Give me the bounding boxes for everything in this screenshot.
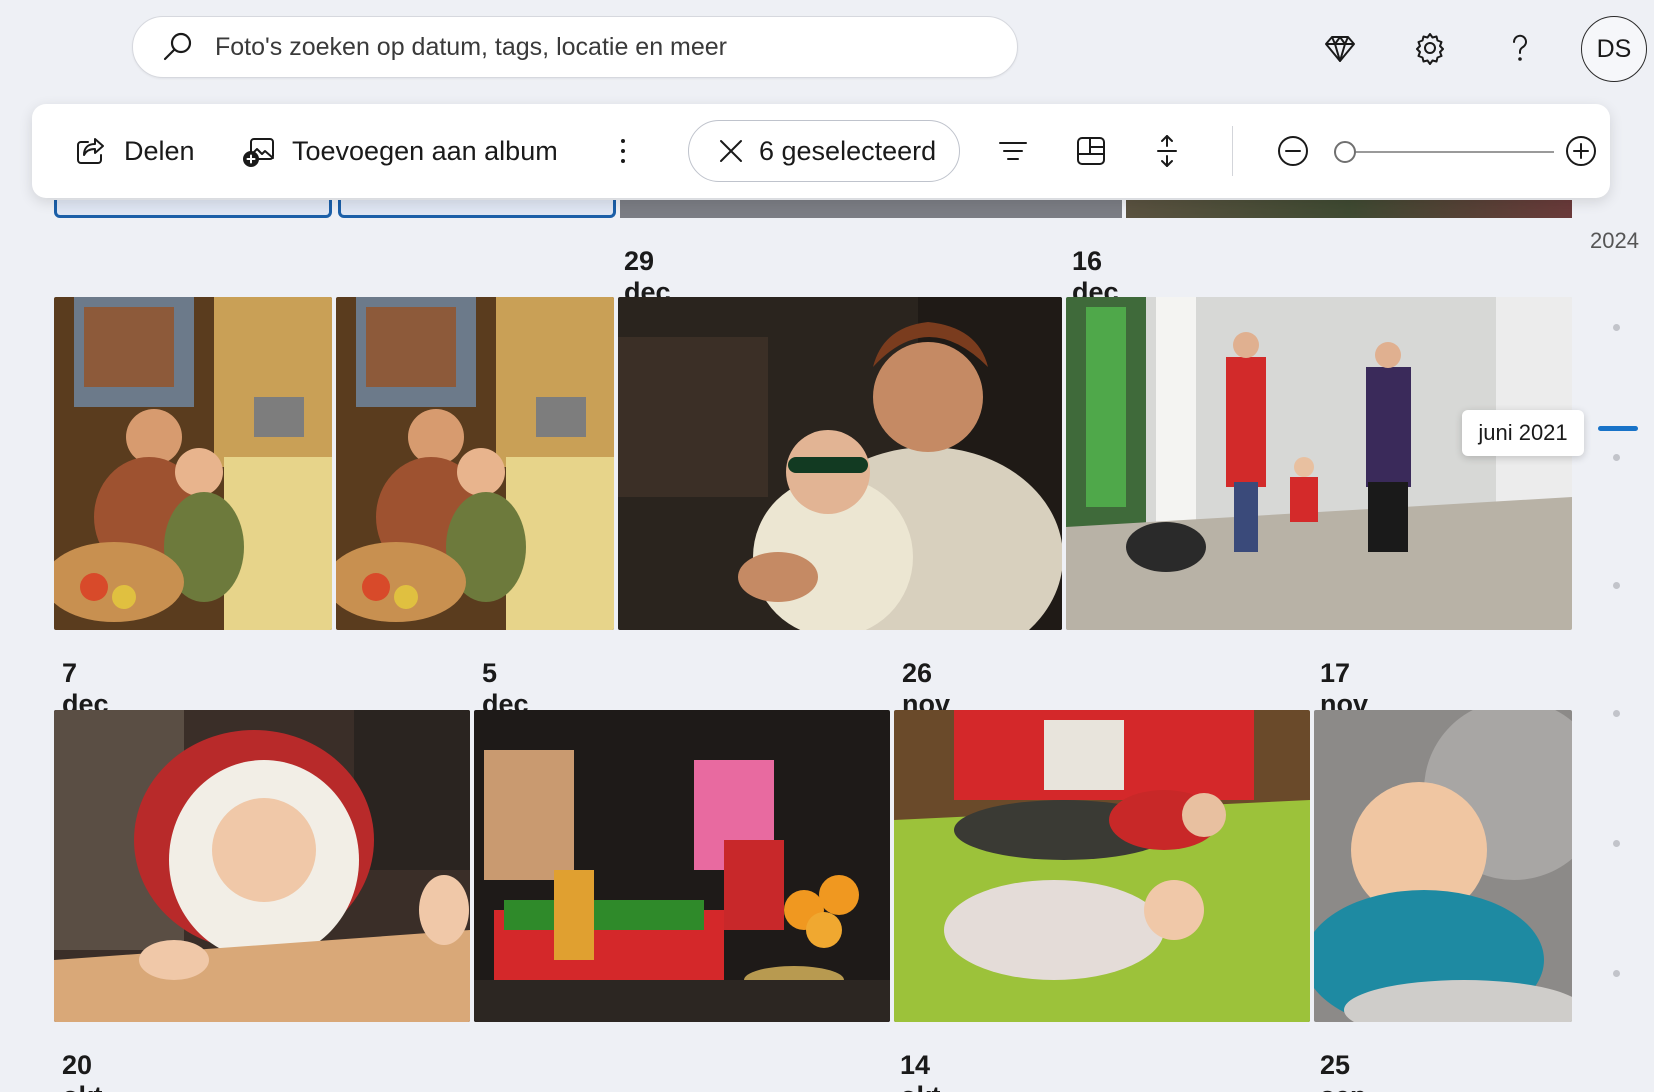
diamond-icon bbox=[1325, 36, 1355, 62]
date-heading: 25 sep 2012 bbox=[1320, 1050, 1367, 1092]
clear-selection-button[interactable]: 6 geselecteerd bbox=[688, 120, 960, 182]
filter-icon bbox=[999, 142, 1027, 160]
avatar-initials: DS bbox=[1596, 34, 1632, 63]
photo-tile[interactable] bbox=[620, 200, 1122, 218]
scrubber-dot bbox=[1613, 710, 1620, 717]
layout-grid-icon bbox=[1077, 137, 1105, 165]
add-album-label: Toevoegen aan album bbox=[292, 135, 558, 166]
zoom-slider[interactable] bbox=[1334, 140, 1554, 164]
add-to-album-button[interactable]: Toevoegen aan album bbox=[242, 104, 558, 198]
premium-diamond-button[interactable] bbox=[1316, 24, 1364, 72]
photo-tile[interactable] bbox=[1126, 200, 1572, 218]
selection-toolbar: Delen Toevoegen aan album 6 geselecteerd bbox=[32, 104, 1610, 198]
photo-baby-white-hood bbox=[54, 710, 470, 1022]
share-label: Delen bbox=[124, 135, 195, 166]
close-icon bbox=[720, 140, 742, 162]
zoom-slider-track bbox=[1334, 151, 1554, 153]
toolbar-divider bbox=[1232, 126, 1233, 176]
photo-toy-blocks-table bbox=[474, 710, 890, 1022]
avatar[interactable]: DS bbox=[1581, 16, 1647, 82]
more-vertical-icon bbox=[621, 139, 625, 163]
zoom-in-button[interactable] bbox=[1564, 104, 1598, 198]
search-box[interactable] bbox=[132, 16, 1018, 78]
selected-count: 6 geselecteerd bbox=[759, 135, 937, 166]
zoom-out-icon bbox=[1278, 136, 1308, 166]
settings-button[interactable] bbox=[1406, 24, 1454, 72]
photo-tile[interactable] bbox=[54, 710, 470, 1022]
photo-tile[interactable] bbox=[894, 710, 1310, 1022]
photo-tile[interactable] bbox=[54, 297, 332, 630]
timeline-scrubber[interactable]: 2024 bbox=[1580, 220, 1654, 1090]
search-icon bbox=[163, 32, 192, 61]
photo-two-babies-on-mat bbox=[894, 710, 1310, 1022]
vertical-expand-icon bbox=[1157, 135, 1177, 167]
help-button[interactable] bbox=[1496, 24, 1544, 72]
photo-father-with-baby bbox=[618, 297, 1062, 630]
scrubber-dot bbox=[1613, 454, 1620, 461]
scrubber-dot bbox=[1613, 840, 1620, 847]
photo-tile-selected[interactable] bbox=[54, 200, 332, 218]
share-icon bbox=[77, 138, 104, 164]
top-bar: DS bbox=[0, 0, 1654, 96]
share-button[interactable]: Delen bbox=[74, 104, 195, 198]
photo-tile[interactable] bbox=[1066, 297, 1572, 630]
photo-tile[interactable] bbox=[1314, 710, 1572, 1022]
zoom-in-icon bbox=[1566, 136, 1596, 166]
scrubber-dot bbox=[1613, 582, 1620, 589]
add-album-icon bbox=[243, 138, 274, 167]
photo-kitchen-mother-child-duplicate bbox=[336, 297, 614, 630]
photo-baby-blue-outfit bbox=[1314, 710, 1572, 1022]
search-input[interactable] bbox=[215, 32, 975, 62]
scrubber-tooltip: juni 2021 bbox=[1462, 410, 1584, 456]
photo-family-hallway bbox=[1066, 297, 1572, 630]
question-mark-icon bbox=[1512, 34, 1527, 61]
row-height-button[interactable] bbox=[1150, 104, 1184, 198]
scrubber-dot bbox=[1613, 970, 1620, 977]
gear-icon bbox=[1416, 33, 1444, 65]
scrubber-year: 2024 bbox=[1590, 228, 1639, 253]
photo-tile[interactable] bbox=[474, 710, 890, 1022]
date-heading: 14 okt 2012 bbox=[900, 1050, 941, 1092]
more-options-button[interactable] bbox=[606, 104, 640, 198]
photo-tile-selected[interactable] bbox=[338, 200, 616, 218]
scrubber-dot bbox=[1613, 324, 1620, 331]
photo-tile[interactable] bbox=[618, 297, 1062, 630]
filter-button[interactable] bbox=[996, 104, 1030, 198]
layout-button[interactable] bbox=[1074, 104, 1108, 198]
photo-kitchen-mother-child bbox=[54, 297, 332, 630]
date-heading: 20 okt 2012 bbox=[62, 1050, 103, 1092]
zoom-out-button[interactable] bbox=[1276, 104, 1310, 198]
photo-tile[interactable] bbox=[336, 297, 614, 630]
scrubber-position-marker[interactable] bbox=[1598, 426, 1638, 431]
zoom-slider-thumb[interactable] bbox=[1334, 141, 1356, 163]
